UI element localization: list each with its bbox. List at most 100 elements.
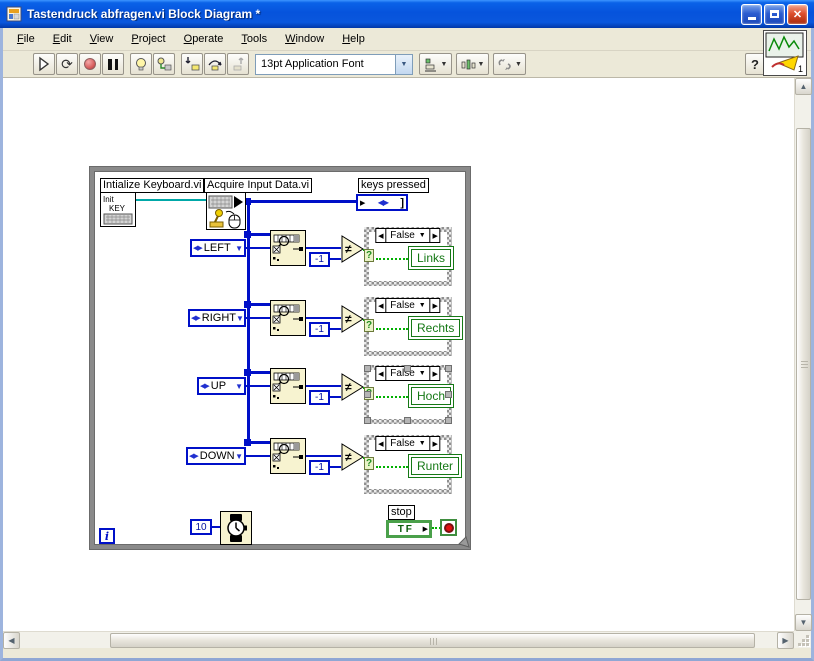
vertical-scroll-thumb[interactable] [796,128,811,600]
case-dropdown-icon[interactable]: ▼ [419,302,426,309]
step-into-button[interactable] [181,53,203,75]
increment-decrement-icon[interactable]: ◀▶ [190,314,201,322]
wait-until-next-ms-icon[interactable] [220,511,252,545]
case-structure-runter[interactable]: ◀ False ▼ ▶ ? Runter [364,435,463,494]
dropdown-icon[interactable]: ▼ [235,382,244,391]
search-1d-array-icon[interactable] [270,368,306,404]
case-selector-terminal[interactable]: ? [364,457,374,470]
array-branch-wire[interactable] [247,233,271,236]
dropdown-icon[interactable]: ▼ [235,244,244,253]
vertical-scrollbar[interactable]: ▲ ▼ [794,78,812,631]
retain-wire-values-button[interactable] [153,53,175,75]
close-button[interactable]: ✕ [787,3,808,25]
next-case-icon[interactable]: ▶ [429,367,440,380]
index-wire[interactable] [306,317,341,319]
reorder-button[interactable]: ▼ [493,53,526,75]
next-case-icon[interactable]: ▶ [429,299,440,312]
previous-case-icon[interactable]: ◀ [376,437,387,450]
case-structure-links[interactable]: ◀ False ▼ ▶ ? Links [364,227,455,286]
index-wire[interactable] [306,247,341,249]
enum-constant-left[interactable]: ◀▶ LEFT ▼ [190,239,246,257]
case-selector-terminal[interactable]: ? [364,249,374,262]
case-dropdown-icon[interactable]: ▼ [419,440,426,447]
enum-wire[interactable] [246,385,271,387]
case-structure-hoch-selected[interactable]: ◀ False▼ ▶ ? Hoch [364,365,455,424]
menu-tools[interactable]: Tools [235,30,273,48]
run-continuously-button[interactable]: ⟳ [56,53,78,75]
dropdown-icon[interactable]: ▼ [235,452,244,461]
menu-help[interactable]: Help [336,30,371,48]
stop-boolean-terminal[interactable]: TF ▶ [386,520,432,538]
not-equal-function[interactable]: ≠ [341,443,365,471]
previous-case-icon[interactable]: ◀ [376,367,387,380]
selection-handle[interactable] [445,417,452,424]
enum-wire[interactable] [246,455,271,457]
boolean-wire-inner[interactable] [376,396,408,398]
keys-pressed-indicator[interactable]: ▶ ◀▶ ] [356,194,408,211]
menu-operate[interactable]: Operate [178,30,230,48]
selection-handle[interactable] [364,390,371,398]
selection-handle[interactable] [404,417,411,424]
menu-edit[interactable]: Edit [47,30,78,48]
enum-constant-right[interactable]: ◀▶ RIGHT ▼ [188,309,246,327]
minus-one-constant[interactable]: -1 [309,390,330,405]
menu-file[interactable]: File [11,30,41,48]
constant-wire[interactable] [330,396,341,398]
search-1d-array-icon[interactable] [270,300,306,336]
horizontal-scroll-thumb[interactable] [110,633,755,648]
stop-label[interactable]: stop [388,505,415,520]
menu-view[interactable]: View [84,30,120,48]
initialize-keyboard-vi-icon[interactable]: Init KEY [100,192,136,227]
boolean-wire-inner[interactable] [376,258,408,260]
next-case-icon[interactable]: ▶ [429,229,440,242]
keys-array-wire[interactable] [246,200,357,203]
case-selector[interactable]: ◀ False ▼ ▶ [375,298,441,313]
increment-decrement-icon[interactable]: ◀▶ [199,382,210,390]
minus-one-constant[interactable]: -1 [309,460,330,475]
enum-constant-up[interactable]: ◀▶ UP ▼ [197,377,246,395]
not-equal-function[interactable]: ≠ [341,235,365,263]
abort-button[interactable] [79,53,101,75]
window-resize-grip[interactable] [794,631,811,648]
selection-handle[interactable] [445,390,452,398]
boolean-wire-inner[interactable] [376,466,408,468]
enum-wire[interactable] [246,247,271,249]
boolean-wire-inner[interactable] [376,328,408,330]
title-bar[interactable]: Tastendruck abfragen.vi Block Diagram * … [0,0,814,28]
acquire-vi-label[interactable]: Acquire Input Data.vi [204,178,313,193]
case-structure-rechts[interactable]: ◀ False ▼ ▶ ? Rechts [364,297,464,356]
wait-ms-constant[interactable]: 10 [190,519,212,535]
loop-iteration-terminal[interactable]: i [99,528,115,544]
not-equal-function[interactable]: ≠ [341,305,365,333]
pause-button[interactable] [102,53,124,75]
scroll-right-button[interactable]: ▶ [777,632,794,649]
minimize-button[interactable] [741,3,762,25]
scroll-left-button[interactable]: ◀ [3,632,20,649]
block-diagram-canvas[interactable]: Intialize Keyboard.vi Acquire Input Data… [8,78,794,631]
index-wire[interactable] [306,385,341,387]
selection-handle[interactable] [445,365,452,372]
increment-decrement-icon[interactable]: ◀▶ [188,452,199,460]
case-selector[interactable]: ◀ False ▼ ▶ [375,228,441,243]
init-vi-label[interactable]: Intialize Keyboard.vi [100,178,205,193]
minus-one-constant[interactable]: -1 [309,322,330,337]
selection-handle[interactable] [404,365,411,372]
align-objects-button[interactable]: ▼ [419,53,452,75]
scroll-up-button[interactable]: ▲ [795,78,812,95]
increment-decrement-icon[interactable]: ◀▶ [192,244,203,252]
maximize-button[interactable] [764,3,785,25]
run-button[interactable] [33,53,55,75]
constant-wire[interactable] [330,258,341,260]
search-1d-array-icon[interactable] [270,230,306,266]
menu-window[interactable]: Window [279,30,330,48]
not-equal-function[interactable]: ≠ [341,373,365,401]
array-branch-wire[interactable] [247,371,271,374]
case-dropdown-icon[interactable]: ▼ [419,232,426,239]
selection-handle[interactable] [364,365,371,372]
case-selector-terminal[interactable]: ? [364,319,374,332]
minus-one-constant[interactable]: -1 [309,252,330,267]
font-selector[interactable]: 13pt Application Font ▼ [255,53,413,75]
case-dropdown-icon[interactable]: ▼ [419,370,426,377]
scroll-down-button[interactable]: ▼ [795,614,812,631]
constant-wire[interactable] [330,328,341,330]
